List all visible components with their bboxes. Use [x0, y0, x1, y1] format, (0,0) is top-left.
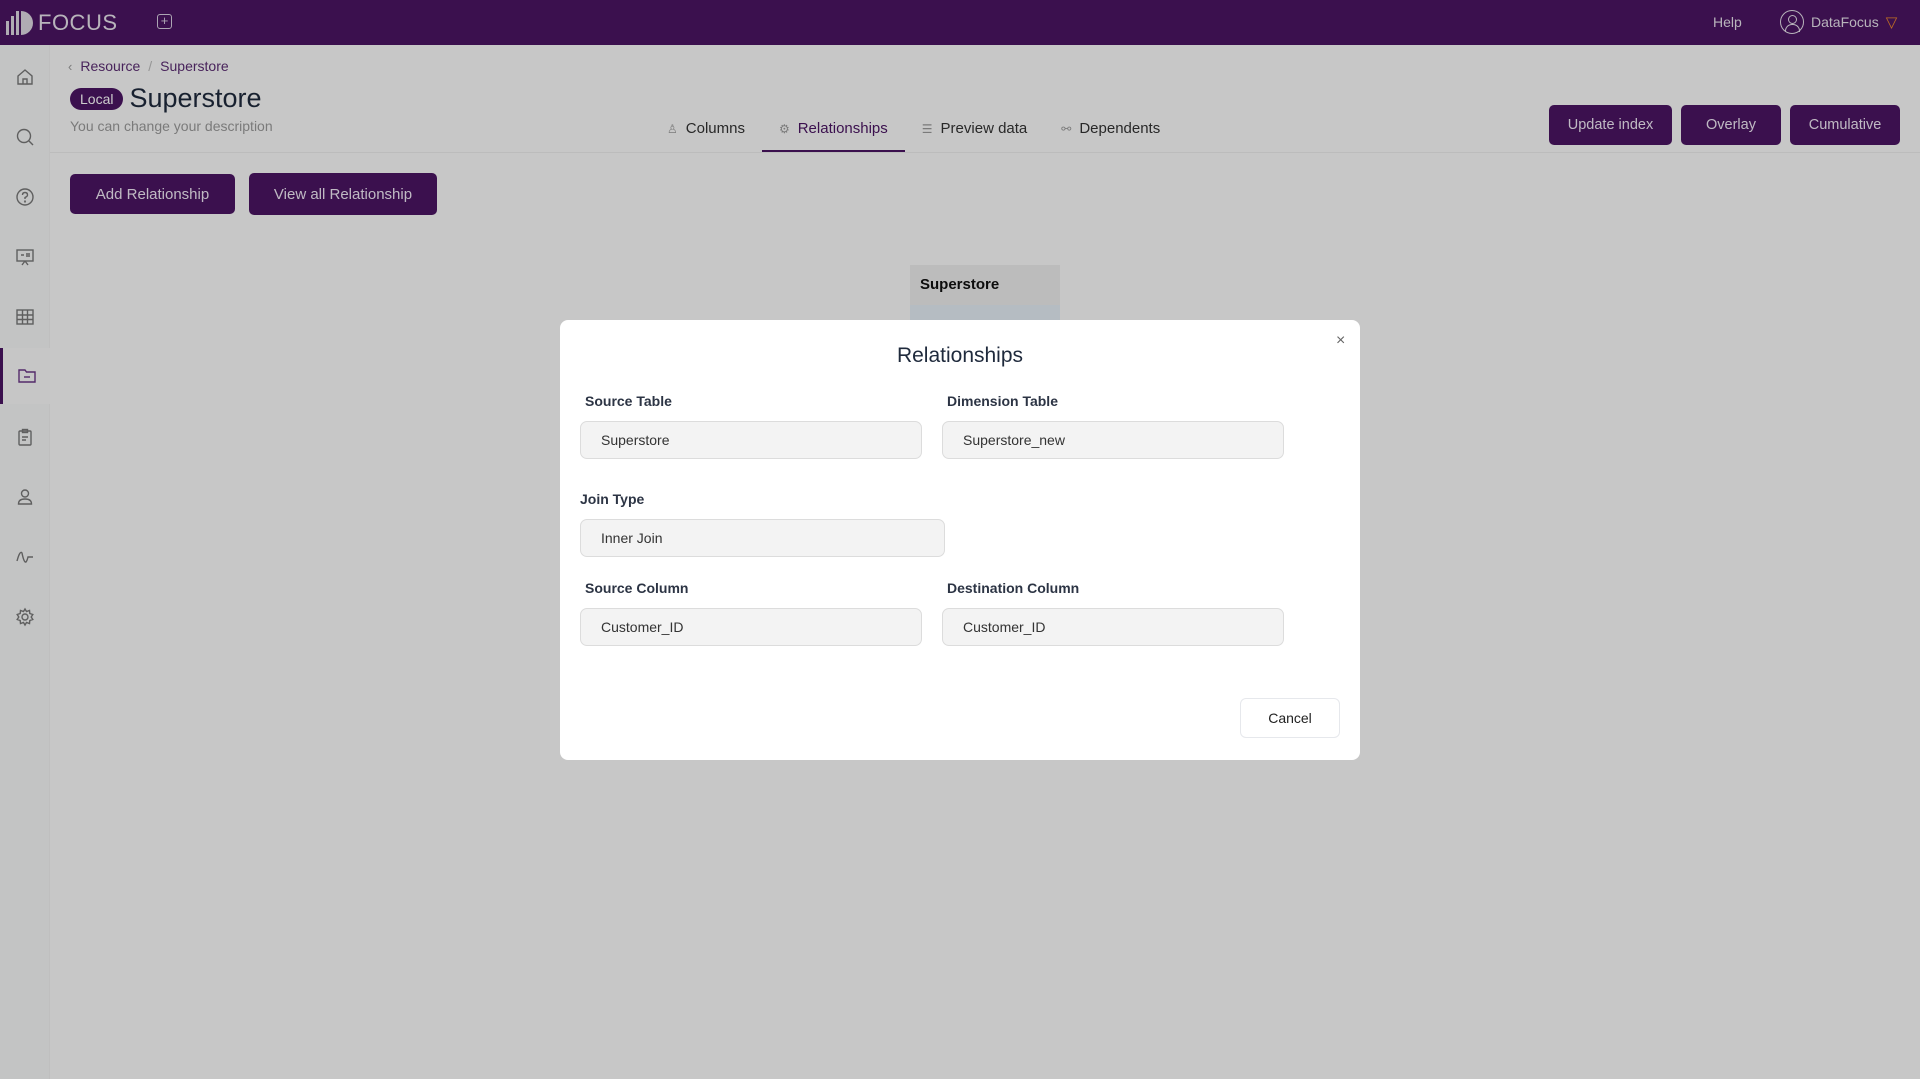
join-type-field[interactable]: Inner Join — [580, 519, 945, 557]
destination-column-field[interactable]: Customer_ID — [942, 608, 1284, 646]
dialog-title: Relationships — [896, 344, 1024, 367]
cancel-button[interactable]: Cancel — [1240, 698, 1340, 738]
relationships-dialog: Relationships × Source Table Superstore … — [560, 320, 1360, 760]
destination-column-label: Destination Column — [947, 580, 1080, 596]
dimension-table-label: Dimension Table — [947, 393, 1058, 409]
source-table-field[interactable]: Superstore — [580, 421, 922, 459]
join-type-label: Join Type — [580, 491, 645, 507]
dimension-table-field[interactable]: Superstore_new — [942, 421, 1284, 459]
source-column-field[interactable]: Customer_ID — [580, 608, 922, 646]
close-icon[interactable]: × — [1336, 332, 1345, 350]
source-table-label: Source Table — [585, 393, 672, 409]
source-column-label: Source Column — [585, 580, 689, 596]
